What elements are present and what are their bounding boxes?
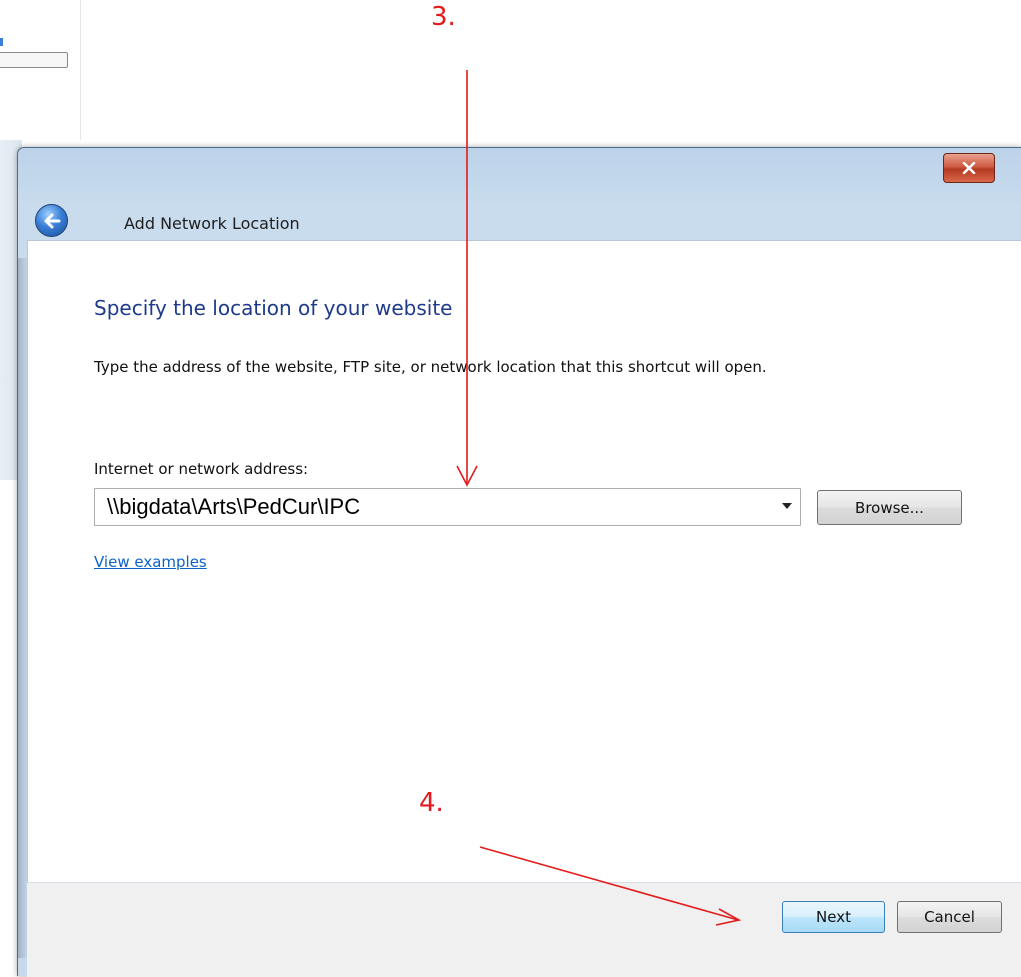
back-button[interactable]: [35, 204, 68, 237]
address-label: Internet or network address:: [94, 460, 309, 478]
instruction-text: Type the address of the website, FTP sit…: [94, 358, 767, 376]
address-input[interactable]: \\bigdata\Arts\PedCur\IPC: [107, 494, 360, 520]
next-button[interactable]: Next: [782, 901, 885, 933]
chevron-down-icon[interactable]: [782, 503, 792, 509]
close-icon: [962, 162, 976, 174]
annotation-step-3: 3.: [431, 2, 456, 32]
background-link-fragment: [0, 38, 3, 46]
annotation-step-4: 4.: [419, 788, 444, 818]
wizard-footer: Next Cancel: [27, 882, 1021, 977]
window-title: Add Network Location: [124, 214, 300, 233]
cancel-button[interactable]: Cancel: [897, 901, 1002, 933]
view-examples-link[interactable]: View examples: [94, 553, 207, 571]
address-combobox[interactable]: \\bigdata\Arts\PedCur\IPC: [94, 488, 801, 526]
browse-button[interactable]: Browse...: [817, 490, 962, 525]
background-window: [0, 0, 81, 140]
close-button[interactable]: [943, 153, 995, 183]
background-input: [0, 52, 68, 68]
page-heading: Specify the location of your website: [94, 296, 453, 320]
window-frame-edge: [18, 258, 27, 958]
add-network-location-dialog: int Add Network Location Specify the loc…: [17, 147, 1021, 977]
wizard-content: Specify the location of your website Typ…: [27, 240, 1021, 883]
back-arrow-icon: [44, 213, 60, 228]
